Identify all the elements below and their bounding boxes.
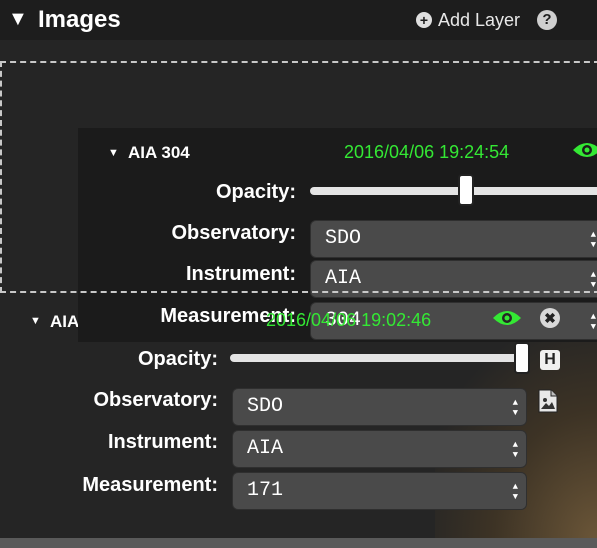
instrument-select[interactable]: AIA ▲ ▼ xyxy=(232,430,527,468)
opacity-slider-track[interactable] xyxy=(230,354,530,362)
close-icon[interactable]: ✖ xyxy=(540,308,560,328)
select-arrows-icon: ▲ ▼ xyxy=(512,398,518,418)
section-title[interactable]: Images xyxy=(38,6,121,34)
opacity-label: Opacity: xyxy=(137,348,218,370)
measurement-label: Measurement: xyxy=(160,305,296,327)
select-arrows-icon: ▲ ▼ xyxy=(512,440,518,460)
help-icon[interactable]: ? xyxy=(537,10,557,30)
hide-icon[interactable]: H xyxy=(540,350,560,370)
instrument-label: Instrument: xyxy=(108,431,218,453)
measurement-value: 171 xyxy=(247,479,284,502)
observatory-label: Observatory: xyxy=(93,389,219,411)
opacity-slider-thumb[interactable] xyxy=(514,342,530,374)
instrument-value: AIA xyxy=(247,437,284,460)
add-layer-label: Add Layer xyxy=(438,9,521,30)
images-header: ▼ Images + Add Layer ? xyxy=(0,0,597,40)
eye-icon[interactable] xyxy=(492,309,522,327)
observatory-value: SDO xyxy=(247,395,284,418)
select-arrows-icon: ▲ ▼ xyxy=(512,482,518,502)
add-layer-button[interactable]: + Add Layer xyxy=(416,9,520,31)
layer-drop-zone xyxy=(0,61,597,293)
file-image-icon[interactable] xyxy=(538,389,558,413)
measurement-select[interactable]: 171 ▲ ▼ xyxy=(232,472,527,510)
observatory-select[interactable]: SDO ▲ ▼ xyxy=(232,388,527,426)
layer-timestamp: 2016/04/06 19:02:46 xyxy=(266,310,432,330)
measurement-label: Measurement: xyxy=(82,474,218,496)
layer-collapse-arrow-icon[interactable]: ▼ xyxy=(30,315,41,327)
select-arrows-icon: ▲ ▼ xyxy=(590,312,596,332)
plus-circle-icon: + xyxy=(416,12,432,28)
panel-bottom-strip xyxy=(0,538,597,548)
collapse-arrow-icon[interactable]: ▼ xyxy=(8,8,28,31)
